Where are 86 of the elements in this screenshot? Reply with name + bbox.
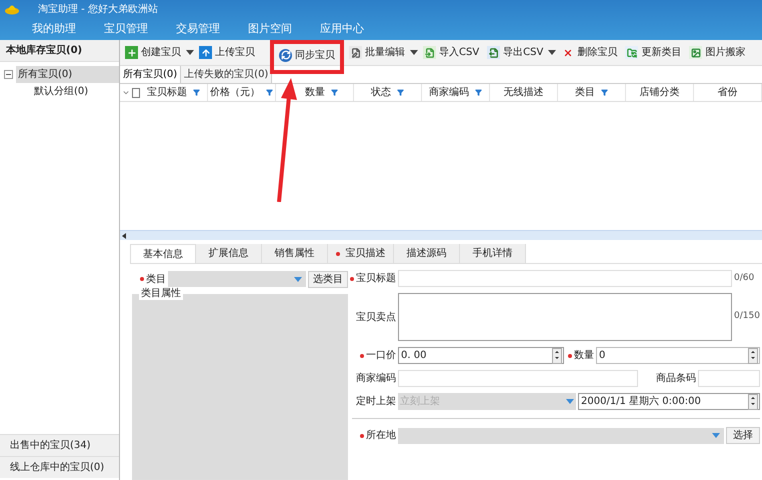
tree-item[interactable]: 默认分组(0) bbox=[32, 83, 90, 100]
price-input[interactable]: 0. 00 bbox=[398, 347, 564, 364]
barcode-input[interactable] bbox=[698, 370, 760, 387]
detail-tab[interactable]: 基本信息 bbox=[130, 244, 196, 263]
chevron-icon[interactable] bbox=[123, 90, 129, 96]
detail-tab[interactable]: 描述源码 bbox=[394, 244, 460, 263]
select-category-button[interactable]: 选类目 bbox=[308, 270, 348, 288]
collapse-toggle-icon[interactable] bbox=[4, 70, 13, 79]
plus-icon bbox=[125, 46, 138, 59]
list-tab[interactable]: 所有宝贝(0) bbox=[120, 66, 182, 83]
sync-icon bbox=[279, 48, 292, 62]
field-label: 宝贝标题 bbox=[356, 272, 396, 286]
merchant-code-input[interactable] bbox=[398, 370, 638, 387]
scroll-left-icon[interactable] bbox=[122, 232, 126, 238]
dropdown-caret-icon[interactable] bbox=[186, 50, 194, 55]
select-all-checkbox[interactable] bbox=[132, 88, 140, 98]
spinner-icon[interactable] bbox=[552, 348, 562, 364]
filter-icon[interactable] bbox=[397, 89, 404, 96]
sidebar-item[interactable]: 线上仓库中的宝贝(0) bbox=[0, 456, 119, 478]
dropdown-arrow-icon bbox=[712, 433, 720, 438]
toolbar-button[interactable]: 同步宝贝 bbox=[276, 45, 338, 65]
field-label: 宝贝卖点 bbox=[356, 310, 396, 324]
filter-icon[interactable] bbox=[331, 89, 338, 96]
filter-icon[interactable] bbox=[475, 89, 482, 96]
field-label: 数量 bbox=[574, 349, 594, 363]
filter-icon[interactable] bbox=[266, 89, 273, 96]
toolbar-button[interactable]: 图片搬家 bbox=[686, 42, 748, 62]
dropdown-arrow-icon bbox=[294, 276, 302, 282]
spinner-icon[interactable] bbox=[748, 394, 758, 410]
detail-tab[interactable]: 销售属性 bbox=[262, 244, 328, 263]
toolbar-button[interactable]: 导入CSV bbox=[420, 42, 482, 62]
selling-point-textarea[interactable] bbox=[398, 293, 732, 341]
export-icon bbox=[487, 46, 500, 59]
horizontal-scrollbar[interactable] bbox=[120, 230, 762, 240]
dropdown-caret-icon[interactable] bbox=[548, 50, 556, 55]
sidebar-item[interactable]: 出售中的宝贝(34) bbox=[0, 434, 119, 456]
field-label: 商品条码 bbox=[656, 372, 696, 386]
refresh-icon bbox=[625, 46, 638, 59]
toolbar-button[interactable]: 导出CSV bbox=[484, 42, 546, 62]
spinner-icon[interactable] bbox=[748, 348, 758, 364]
required-mark bbox=[350, 276, 354, 280]
toolbar-button[interactable]: 删除宝贝 bbox=[558, 42, 620, 62]
column-header[interactable]: 店铺分类 bbox=[640, 85, 680, 100]
column-header[interactable]: 类目 bbox=[575, 85, 595, 100]
char-counter: 0/60 bbox=[734, 272, 756, 285]
toolbar-button[interactable]: 更新类目 bbox=[622, 42, 684, 62]
dropdown-arrow-icon bbox=[566, 399, 574, 404]
required-mark bbox=[140, 277, 144, 281]
sidebar-header: 本地库存宝贝(0) bbox=[0, 40, 119, 62]
column-header[interactable]: 数量 bbox=[305, 85, 325, 100]
column-header[interactable]: 商家编码 bbox=[429, 85, 469, 100]
required-mark bbox=[360, 434, 364, 438]
detail-tab[interactable]: 宝贝描述 bbox=[328, 244, 394, 263]
import-icon bbox=[423, 46, 436, 59]
app-logo-icon bbox=[4, 3, 20, 15]
required-mark bbox=[568, 354, 572, 358]
column-header[interactable]: 价格（元） bbox=[210, 85, 260, 100]
filter-icon[interactable] bbox=[601, 89, 608, 96]
column-header[interactable]: 宝贝标题 bbox=[147, 85, 187, 100]
window-title: 淘宝助理 - 您好大弟欧洲站 bbox=[38, 2, 158, 16]
tree-item[interactable]: 所有宝贝(0) bbox=[16, 66, 119, 83]
char-counter: 0/150 bbox=[734, 310, 760, 324]
field-label: 类目 bbox=[146, 272, 166, 286]
field-label: 商家编码 bbox=[356, 372, 396, 386]
quantity-input[interactable]: 0 bbox=[596, 347, 760, 364]
field-label: 一口价 bbox=[366, 349, 396, 363]
select-button[interactable]: 选择 bbox=[726, 427, 760, 444]
upload-icon bbox=[199, 46, 212, 59]
detail-tab[interactable]: 手机详情 bbox=[460, 244, 526, 263]
dropdown-caret-icon[interactable] bbox=[410, 50, 418, 55]
filter-icon[interactable] bbox=[193, 89, 200, 96]
title-input[interactable] bbox=[398, 270, 732, 287]
toolbar-button[interactable]: 上传宝贝 bbox=[196, 42, 258, 62]
column-header[interactable]: 无线描述 bbox=[504, 85, 544, 100]
toolbar-button[interactable]: 批量编辑 bbox=[346, 42, 408, 62]
document-edit-icon bbox=[349, 46, 362, 59]
group-title: 类目属性 bbox=[139, 288, 183, 300]
list-tab[interactable]: 上传失败的宝贝(0) bbox=[181, 66, 272, 83]
field-label: 定时上架 bbox=[356, 394, 396, 409]
column-header[interactable]: 状态 bbox=[371, 85, 391, 100]
required-mark bbox=[360, 354, 364, 358]
detail-tab[interactable]: 扩展信息 bbox=[196, 244, 262, 263]
toolbar-button[interactable]: 创建宝贝 bbox=[122, 42, 184, 62]
field-label: 所在地 bbox=[366, 428, 396, 443]
image-icon bbox=[689, 46, 702, 59]
column-header[interactable]: 省份 bbox=[718, 85, 738, 100]
